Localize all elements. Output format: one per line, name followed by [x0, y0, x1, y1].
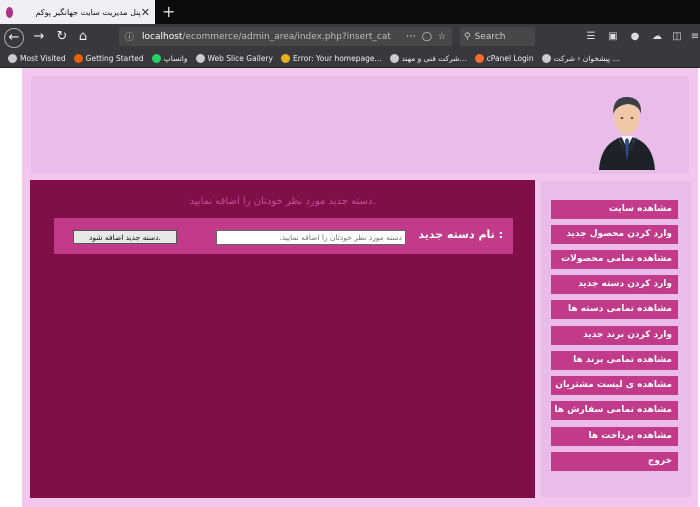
bookmark-icon [73, 54, 83, 63]
bookmarks-toolbar: Most Visited Getting Started واتساپ Web Sli… [0, 50, 700, 68]
sidebar-item[interactable]: مشاهده تمامی دسته ها [551, 300, 678, 319]
page-notice: دسته جدید مورد نظر خودتان را اضافه نمایی… [189, 196, 376, 207]
new-tab-button[interactable]: + [162, 2, 175, 21]
sidebar-item[interactable]: مشاهده ی لیست مشتریان [551, 376, 678, 395]
tab-close-icon[interactable]: ✕ [141, 6, 150, 19]
sidebar-item[interactable]: مشاهده تمامی سفارش ها [551, 401, 678, 420]
url-bar[interactable]: ⓘ localhost/ecommerce/admin_area/index.p… [119, 27, 452, 46]
sidebar-item[interactable]: وارد کردن برند جدید [551, 326, 678, 345]
library-icon[interactable]: ☰ [584, 30, 598, 44]
bookmark-star-icon[interactable]: ☆ [438, 32, 446, 42]
url-text: localhost/ecommerce/admin_area/index.php… [142, 31, 391, 42]
category-name-label: نام دسته جدید : [418, 228, 503, 241]
header-banner [31, 76, 689, 174]
bookmark-item[interactable]: cPanel Login [474, 54, 534, 63]
bookmark-icon [151, 54, 161, 63]
bookmark-item[interactable]: Getting Started [73, 54, 144, 63]
sidebar-item[interactable]: مشاهده تمامی محصولات [551, 250, 678, 269]
search-box[interactable]: ⚲ Search [460, 27, 535, 46]
bookmark-icon [195, 54, 205, 63]
reader-icon[interactable]: ◫ [670, 30, 684, 44]
bookmark-label: Most Visited [20, 54, 66, 63]
bookmark-label: Web Slice Gallery [207, 54, 274, 63]
account-icon[interactable]: ● [628, 30, 642, 44]
bookmark-icon [281, 54, 290, 63]
navigation-bar: ← → ↻ ⌂ ⓘ localhost/ecommerce/admin_area… [0, 24, 700, 50]
back-button[interactable]: ← [4, 28, 24, 48]
category-name-input[interactable] [216, 230, 406, 245]
admin-page: دسته جدید مورد نظر خودتان را اضافه نمایی… [22, 68, 698, 507]
bookmark-label: واتساپ [163, 54, 188, 63]
main-content: دسته جدید مورد نظر خودتان را اضافه نمایی… [30, 180, 535, 498]
add-category-button[interactable]: دسته جدید اضافه شود. [73, 230, 177, 244]
sidebar-item[interactable]: مشاهده سایت [551, 200, 678, 219]
menu-icon[interactable]: ≡ [688, 30, 700, 44]
bookmark-item[interactable]: Error: Your homepage... [281, 54, 382, 63]
reload-button[interactable]: ↻ [53, 28, 71, 46]
search-icon: ⚲ [464, 31, 471, 42]
bookmark-item[interactable]: واتساپ [151, 54, 188, 63]
bookmark-item[interactable]: Web Slice Gallery [195, 54, 274, 63]
bookmark-label: Getting Started [85, 54, 144, 63]
tab-title: پنل مدیریت سایت جهانگیر پوکم [35, 7, 141, 17]
bookmark-label: cPanel Login [486, 54, 534, 63]
bookmark-item[interactable]: Most Visited [8, 54, 66, 63]
bookmark-icon [389, 54, 399, 63]
bookmark-item[interactable]: شرکت فنی و مهند... [389, 54, 467, 63]
firefox-tab-icon [6, 6, 14, 18]
pocket-icon[interactable]: ◯ [422, 32, 432, 42]
sidebar-item[interactable]: وارد کردن دسته جدید [551, 275, 678, 294]
home-button[interactable]: ⌂ [74, 28, 92, 46]
bookmark-label: Error: Your homepage... [293, 54, 382, 63]
bookmark-icon [8, 54, 17, 63]
sidebar-item[interactable]: خروج [551, 452, 678, 471]
sync-icon[interactable]: ☁ [650, 30, 664, 44]
bookmark-label: شرکت فنی و مهند... [401, 54, 467, 63]
bookmark-item[interactable]: پیشخوان ‹ شرکت ... [541, 54, 620, 63]
tab-bar: پنل مدیریت سایت جهانگیر پوکم ✕ + [0, 0, 700, 24]
admin-sidebar: مشاهده سایت وارد کردن محصول جدید مشاهده تم… [541, 181, 691, 497]
active-tab[interactable]: پنل مدیریت سایت جهانگیر پوکم ✕ [0, 0, 155, 24]
admin-avatar-icon [599, 96, 655, 170]
search-placeholder: Search [474, 31, 506, 42]
page-actions-icon[interactable]: ⋯ [406, 31, 416, 42]
forward-button[interactable]: → [30, 28, 48, 46]
bookmark-icon [474, 54, 484, 63]
sidebar-item[interactable]: مشاهده تمامی برند ها [551, 351, 678, 370]
info-icon[interactable]: ⓘ [125, 30, 134, 43]
sidebar-item[interactable]: مشاهده پرداخت ها [551, 427, 678, 446]
sidebar-icon[interactable]: ▣ [606, 30, 620, 44]
bookmark-icon [541, 54, 551, 63]
bookmark-label: پیشخوان ‹ شرکت ... [553, 54, 620, 63]
insert-category-form: نام دسته جدید : دسته جدید اضافه شود. [54, 218, 513, 254]
sidebar-item[interactable]: وارد کردن محصول جدید [551, 225, 678, 244]
